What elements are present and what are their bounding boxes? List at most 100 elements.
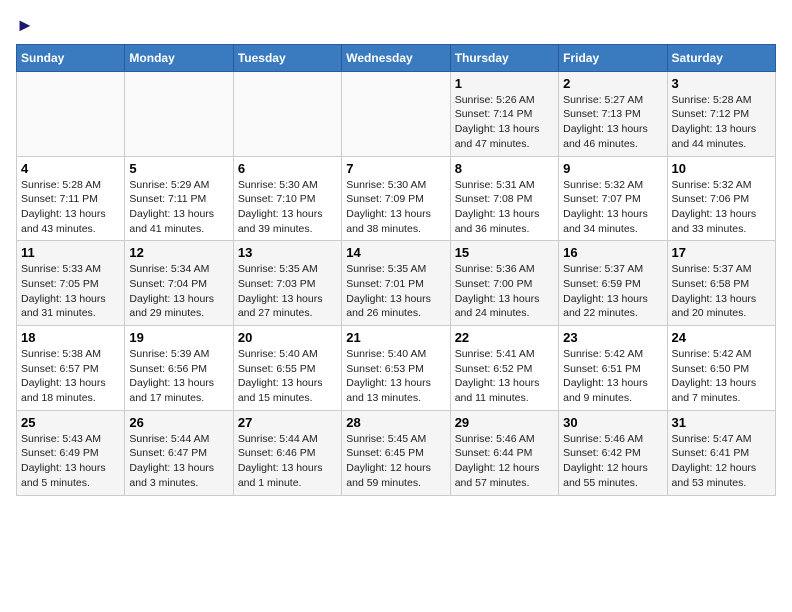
calendar-table: Sunday Monday Tuesday Wednesday Thursday… — [16, 44, 776, 496]
day-info: Sunrise: 5:42 AM Sunset: 6:51 PM Dayligh… — [563, 347, 662, 406]
logo-arrow-icon: ► — [16, 15, 34, 35]
day-info: Sunrise: 5:35 AM Sunset: 7:03 PM Dayligh… — [238, 262, 337, 321]
table-row: 16 Sunrise: 5:37 AM Sunset: 6:59 PM Dayli… — [559, 241, 667, 326]
day-number: 28 — [346, 415, 445, 430]
calendar-week-row: 18 Sunrise: 5:38 AM Sunset: 6:57 PM Dayli… — [17, 326, 776, 411]
day-info: Sunrise: 5:37 AM Sunset: 6:59 PM Dayligh… — [563, 262, 662, 321]
day-number: 4 — [21, 161, 120, 176]
table-row: 15 Sunrise: 5:36 AM Sunset: 7:00 PM Dayli… — [450, 241, 558, 326]
logo: ► — [16, 16, 34, 36]
day-number: 11 — [21, 245, 120, 260]
day-number: 2 — [563, 76, 662, 91]
day-number: 9 — [563, 161, 662, 176]
day-number: 22 — [455, 330, 554, 345]
table-row — [17, 71, 125, 156]
day-info: Sunrise: 5:28 AM Sunset: 7:12 PM Dayligh… — [672, 93, 771, 152]
day-number: 15 — [455, 245, 554, 260]
day-info: Sunrise: 5:30 AM Sunset: 7:10 PM Dayligh… — [238, 178, 337, 237]
day-info: Sunrise: 5:40 AM Sunset: 6:55 PM Dayligh… — [238, 347, 337, 406]
table-row: 14 Sunrise: 5:35 AM Sunset: 7:01 PM Dayli… — [342, 241, 450, 326]
day-info: Sunrise: 5:30 AM Sunset: 7:09 PM Dayligh… — [346, 178, 445, 237]
day-number: 3 — [672, 76, 771, 91]
day-info: Sunrise: 5:47 AM Sunset: 6:41 PM Dayligh… — [672, 432, 771, 491]
calendar-week-row: 1 Sunrise: 5:26 AM Sunset: 7:14 PM Daylig… — [17, 71, 776, 156]
table-row: 20 Sunrise: 5:40 AM Sunset: 6:55 PM Dayli… — [233, 326, 341, 411]
day-info: Sunrise: 5:44 AM Sunset: 6:47 PM Dayligh… — [129, 432, 228, 491]
weekday-wednesday: Wednesday — [342, 44, 450, 71]
day-number: 26 — [129, 415, 228, 430]
day-number: 8 — [455, 161, 554, 176]
day-info: Sunrise: 5:37 AM Sunset: 6:58 PM Dayligh… — [672, 262, 771, 321]
header: ► — [16, 16, 776, 36]
table-row: 29 Sunrise: 5:46 AM Sunset: 6:44 PM Dayli… — [450, 410, 558, 495]
table-row: 23 Sunrise: 5:42 AM Sunset: 6:51 PM Dayli… — [559, 326, 667, 411]
day-number: 16 — [563, 245, 662, 260]
day-number: 23 — [563, 330, 662, 345]
day-number: 19 — [129, 330, 228, 345]
day-number: 31 — [672, 415, 771, 430]
table-row: 10 Sunrise: 5:32 AM Sunset: 7:06 PM Dayli… — [667, 156, 775, 241]
day-number: 24 — [672, 330, 771, 345]
day-number: 12 — [129, 245, 228, 260]
day-info: Sunrise: 5:46 AM Sunset: 6:44 PM Dayligh… — [455, 432, 554, 491]
day-number: 6 — [238, 161, 337, 176]
day-number: 27 — [238, 415, 337, 430]
day-number: 18 — [21, 330, 120, 345]
day-info: Sunrise: 5:29 AM Sunset: 7:11 PM Dayligh… — [129, 178, 228, 237]
day-number: 25 — [21, 415, 120, 430]
weekday-saturday: Saturday — [667, 44, 775, 71]
table-row: 5 Sunrise: 5:29 AM Sunset: 7:11 PM Daylig… — [125, 156, 233, 241]
weekday-thursday: Thursday — [450, 44, 558, 71]
day-number: 7 — [346, 161, 445, 176]
day-info: Sunrise: 5:34 AM Sunset: 7:04 PM Dayligh… — [129, 262, 228, 321]
table-row — [233, 71, 341, 156]
day-info: Sunrise: 5:38 AM Sunset: 6:57 PM Dayligh… — [21, 347, 120, 406]
table-row: 7 Sunrise: 5:30 AM Sunset: 7:09 PM Daylig… — [342, 156, 450, 241]
day-info: Sunrise: 5:42 AM Sunset: 6:50 PM Dayligh… — [672, 347, 771, 406]
weekday-tuesday: Tuesday — [233, 44, 341, 71]
weekday-monday: Monday — [125, 44, 233, 71]
table-row: 11Sunrise: 5:33 AM Sunset: 7:05 PM Dayli… — [17, 241, 125, 326]
day-number: 5 — [129, 161, 228, 176]
day-info: Sunrise: 5:44 AM Sunset: 6:46 PM Dayligh… — [238, 432, 337, 491]
table-row: 26 Sunrise: 5:44 AM Sunset: 6:47 PM Dayli… — [125, 410, 233, 495]
day-info: Sunrise: 5:32 AM Sunset: 7:07 PM Dayligh… — [563, 178, 662, 237]
day-info: Sunrise: 5:46 AM Sunset: 6:42 PM Dayligh… — [563, 432, 662, 491]
table-row: 21 Sunrise: 5:40 AM Sunset: 6:53 PM Dayli… — [342, 326, 450, 411]
table-row: 25Sunrise: 5:43 AM Sunset: 6:49 PM Dayli… — [17, 410, 125, 495]
day-number: 14 — [346, 245, 445, 260]
table-row: 4 Sunrise: 5:28 AM Sunset: 7:11 PM Daylig… — [17, 156, 125, 241]
table-row: 22 Sunrise: 5:41 AM Sunset: 6:52 PM Dayli… — [450, 326, 558, 411]
table-row: 13Sunrise: 5:35 AM Sunset: 7:03 PM Dayli… — [233, 241, 341, 326]
table-row: 18 Sunrise: 5:38 AM Sunset: 6:57 PM Dayli… — [17, 326, 125, 411]
table-row: 19 Sunrise: 5:39 AM Sunset: 6:56 PM Dayli… — [125, 326, 233, 411]
day-number: 29 — [455, 415, 554, 430]
day-number: 30 — [563, 415, 662, 430]
day-info: Sunrise: 5:26 AM Sunset: 7:14 PM Dayligh… — [455, 93, 554, 152]
table-row: 9 Sunrise: 5:32 AM Sunset: 7:07 PM Daylig… — [559, 156, 667, 241]
day-info: Sunrise: 5:31 AM Sunset: 7:08 PM Dayligh… — [455, 178, 554, 237]
table-row: 3 Sunrise: 5:28 AM Sunset: 7:12 PM Daylig… — [667, 71, 775, 156]
day-number: 21 — [346, 330, 445, 345]
table-row: 8 Sunrise: 5:31 AM Sunset: 7:08 PM Daylig… — [450, 156, 558, 241]
day-info: Sunrise: 5:32 AM Sunset: 7:06 PM Dayligh… — [672, 178, 771, 237]
calendar-week-row: 25Sunrise: 5:43 AM Sunset: 6:49 PM Dayli… — [17, 410, 776, 495]
calendar-header-row: Sunday Monday Tuesday Wednesday Thursday… — [17, 44, 776, 71]
day-info: Sunrise: 5:40 AM Sunset: 6:53 PM Dayligh… — [346, 347, 445, 406]
day-info: Sunrise: 5:28 AM Sunset: 7:11 PM Dayligh… — [21, 178, 120, 237]
day-info: Sunrise: 5:36 AM Sunset: 7:00 PM Dayligh… — [455, 262, 554, 321]
day-info: Sunrise: 5:41 AM Sunset: 6:52 PM Dayligh… — [455, 347, 554, 406]
day-info: Sunrise: 5:35 AM Sunset: 7:01 PM Dayligh… — [346, 262, 445, 321]
calendar-week-row: 11Sunrise: 5:33 AM Sunset: 7:05 PM Dayli… — [17, 241, 776, 326]
day-number: 10 — [672, 161, 771, 176]
day-number: 1 — [455, 76, 554, 91]
table-row: 27 Sunrise: 5:44 AM Sunset: 6:46 PM Dayli… — [233, 410, 341, 495]
day-info: Sunrise: 5:39 AM Sunset: 6:56 PM Dayligh… — [129, 347, 228, 406]
day-info: Sunrise: 5:45 AM Sunset: 6:45 PM Dayligh… — [346, 432, 445, 491]
table-row: 24 Sunrise: 5:42 AM Sunset: 6:50 PM Dayli… — [667, 326, 775, 411]
table-row: 1 Sunrise: 5:26 AM Sunset: 7:14 PM Daylig… — [450, 71, 558, 156]
table-row: 12 Sunrise: 5:34 AM Sunset: 7:04 PM Dayli… — [125, 241, 233, 326]
table-row — [125, 71, 233, 156]
day-number: 20 — [238, 330, 337, 345]
table-row: 28 Sunrise: 5:45 AM Sunset: 6:45 PM Dayli… — [342, 410, 450, 495]
